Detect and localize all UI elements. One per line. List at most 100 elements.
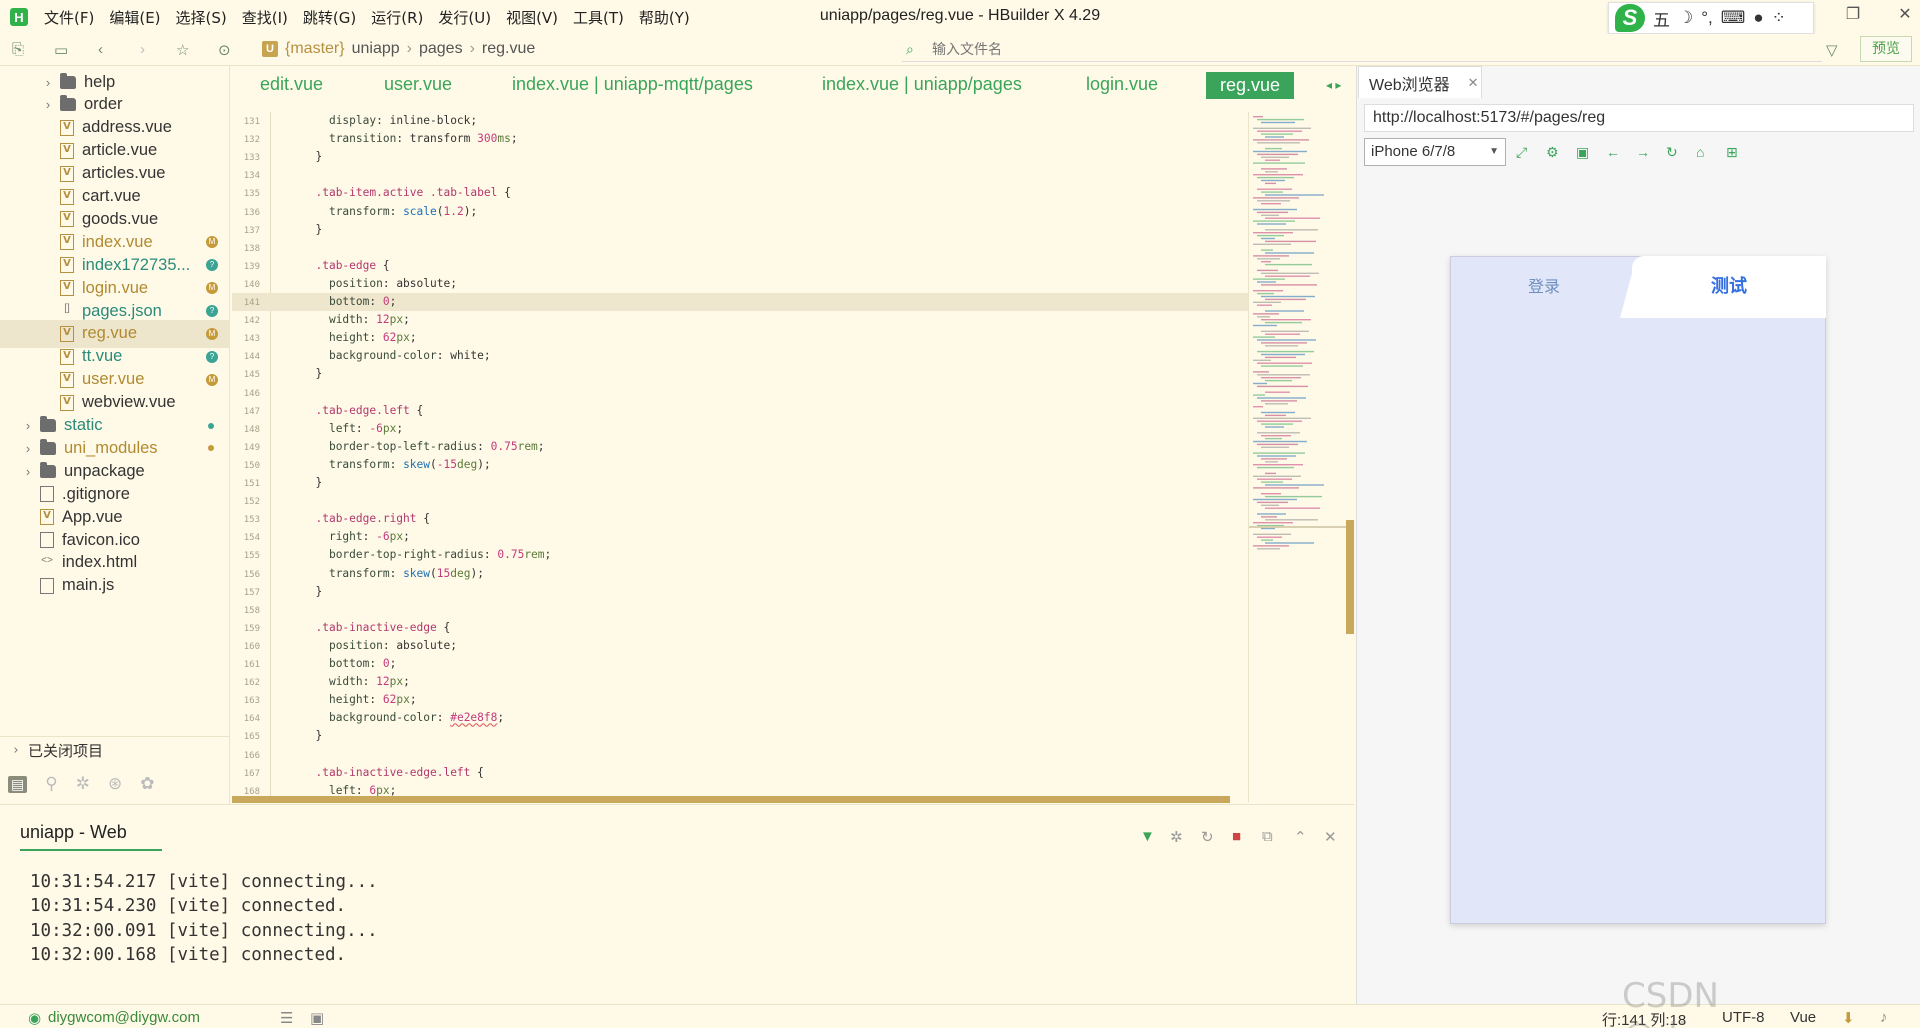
debug-bug-icon[interactable]: ✲ bbox=[76, 774, 90, 794]
crumb-branch[interactable]: {master} bbox=[285, 40, 345, 58]
ime-mode[interactable]: 五 bbox=[1653, 6, 1670, 31]
ime-toolbar[interactable]: S 五 ☽ °, ⌨ ● ⁘ bbox=[1608, 2, 1814, 34]
code-line[interactable]: 144 background-color: white; bbox=[232, 347, 1248, 365]
menu-item[interactable]: 跳转(G) bbox=[303, 7, 356, 28]
editor-tab[interactable]: login.vue bbox=[1086, 74, 1158, 95]
new-file-icon[interactable]: ⎘ bbox=[12, 41, 24, 58]
save-icon[interactable]: ▭ bbox=[54, 41, 68, 59]
filter-icon[interactable]: ▼ bbox=[1140, 828, 1155, 845]
editor-tab[interactable]: index.vue | uniapp-mqtt/pages bbox=[512, 74, 753, 95]
code-line[interactable]: 148 left: -6px; bbox=[232, 420, 1248, 438]
code-line[interactable]: 137 } bbox=[232, 221, 1248, 239]
code-line[interactable]: 165 } bbox=[232, 727, 1248, 745]
code-line[interactable]: 161 bottom: 0; bbox=[232, 655, 1248, 673]
editor-tab[interactable]: index.vue | uniapp/pages bbox=[822, 74, 1022, 95]
code-line[interactable]: 134 bbox=[232, 166, 1248, 184]
code-line[interactable]: 136 transform: scale(1.2); bbox=[232, 203, 1248, 221]
back-icon[interactable]: ← bbox=[1606, 144, 1620, 160]
code-line[interactable]: 156 transform: skew(15deg); bbox=[232, 565, 1248, 583]
refresh-icon[interactable]: ↻ bbox=[1666, 144, 1678, 161]
code-line[interactable]: 152 bbox=[232, 492, 1248, 510]
qrcode-icon[interactable]: ⊞ bbox=[1726, 144, 1738, 161]
editor-tab[interactable]: reg.vue bbox=[1206, 72, 1295, 99]
code-line[interactable]: 162 width: 12px; bbox=[232, 673, 1248, 691]
terminal-icon[interactable]: ▣ bbox=[310, 1009, 324, 1027]
restore-window-icon[interactable]: ❐ bbox=[1840, 4, 1866, 24]
keyboard-icon[interactable]: ⌨ bbox=[1721, 8, 1746, 28]
editor-vertical-scrollbar[interactable] bbox=[1346, 520, 1354, 634]
code-line[interactable]: 159 .tab-inactive-edge { bbox=[232, 619, 1248, 637]
clear-console-icon[interactable]: ✕ bbox=[1324, 828, 1337, 846]
crumb-project[interactable]: uniapp bbox=[352, 40, 400, 58]
file-search-input[interactable] bbox=[902, 38, 1822, 62]
bicycle-icon[interactable]: ⚲ bbox=[45, 774, 57, 794]
code-line[interactable]: 163 height: 62px; bbox=[232, 691, 1248, 709]
tab-scroll-arrows-icon[interactable]: ◂ ▸ bbox=[1326, 78, 1341, 92]
project-manager-icon[interactable]: ▤ bbox=[8, 775, 28, 793]
preview-button[interactable]: 预览 bbox=[1860, 36, 1912, 62]
code-line[interactable]: 135 .tab-item.active .tab-label { bbox=[232, 184, 1248, 202]
chevron-right-icon[interactable]: › bbox=[22, 418, 34, 433]
code-line[interactable]: 133 } bbox=[232, 148, 1248, 166]
menu-item[interactable]: 发行(U) bbox=[438, 7, 491, 28]
code-line[interactable]: 154 right: -6px; bbox=[232, 528, 1248, 546]
code-line[interactable]: 149 border-top-left-radius: 0.75rem; bbox=[232, 438, 1248, 456]
code-line[interactable]: 145 } bbox=[232, 365, 1248, 383]
code-line[interactable]: 146 bbox=[232, 384, 1248, 402]
tab-login[interactable]: 登录 bbox=[1450, 256, 1638, 318]
web-browser-tab[interactable]: Web浏览器 ✕ bbox=[1358, 66, 1482, 98]
menu-item[interactable]: 选择(S) bbox=[176, 7, 227, 28]
run-icon[interactable]: ⊙ bbox=[218, 41, 231, 59]
forward-icon[interactable]: → bbox=[1636, 144, 1650, 160]
list-icon[interactable]: ☰ bbox=[280, 1009, 293, 1027]
code-line[interactable]: 160 position: absolute; bbox=[232, 637, 1248, 655]
console-tab[interactable]: uniapp - Web bbox=[20, 822, 162, 851]
code-line[interactable]: 164 background-color: #e2e8f8; bbox=[232, 709, 1248, 727]
moon-icon[interactable]: ☽ bbox=[1678, 8, 1693, 28]
menu-item[interactable]: 文件(F) bbox=[44, 7, 94, 28]
chevron-right-icon[interactable]: › bbox=[42, 75, 54, 90]
device-select[interactable]: iPhone 6/7/8 ▼ bbox=[1364, 138, 1506, 166]
settings-icon[interactable]: ⚙ bbox=[1546, 144, 1559, 161]
restart-icon[interactable]: ↻ bbox=[1201, 828, 1214, 846]
code-line[interactable]: 147 .tab-edge.left { bbox=[232, 402, 1248, 420]
code-line[interactable]: 158 bbox=[232, 601, 1248, 619]
code-editor[interactable]: 131 display: inline-block; 132 transition… bbox=[232, 112, 1248, 800]
code-line[interactable]: 139 .tab-edge { bbox=[232, 257, 1248, 275]
open-external-icon[interactable]: ⧉ bbox=[1262, 828, 1273, 845]
lock-icon[interactable]: ⌂ bbox=[1696, 144, 1704, 160]
code-line[interactable]: 141 bottom: 0; bbox=[232, 293, 1248, 311]
code-line[interactable]: 150 transform: skew(-15deg); bbox=[232, 456, 1248, 474]
rotate-icon[interactable]: ⤢ bbox=[1516, 144, 1527, 161]
code-line[interactable]: 143 height: 62px; bbox=[232, 329, 1248, 347]
menu-item[interactable]: 帮助(Y) bbox=[639, 7, 690, 28]
crumb-folder[interactable]: pages bbox=[419, 40, 463, 58]
console-icon[interactable]: ▣ bbox=[1576, 144, 1589, 161]
code-line[interactable]: 142 width: 12px; bbox=[232, 311, 1248, 329]
code-line[interactable]: 132 transition: transform 300ms; bbox=[232, 130, 1248, 148]
url-bar[interactable]: http://localhost:5173/#/pages/reg bbox=[1364, 104, 1914, 132]
closed-projects[interactable]: › 已关闭项目 bbox=[0, 736, 230, 764]
chevron-right-icon[interactable]: › bbox=[22, 441, 34, 456]
user-icon[interactable]: ● bbox=[1753, 8, 1763, 28]
filter-icon[interactable]: ▽ bbox=[1826, 41, 1838, 59]
menu-item[interactable]: 编辑(E) bbox=[109, 7, 160, 28]
punctuation-icon[interactable]: °, bbox=[1701, 8, 1713, 28]
stop-icon[interactable]: ■ bbox=[1232, 828, 1241, 845]
code-line[interactable]: 166 bbox=[232, 746, 1248, 764]
menu-item[interactable]: 工具(T) bbox=[573, 7, 624, 28]
git-icon[interactable]: ⊛ bbox=[108, 774, 122, 794]
chevron-right-icon[interactable]: › bbox=[22, 464, 34, 479]
debug-bug-icon[interactable]: ✲ bbox=[1170, 828, 1183, 846]
code-line[interactable]: 157 } bbox=[232, 583, 1248, 601]
chevron-right-icon[interactable]: › bbox=[42, 97, 54, 112]
code-line[interactable]: 131 display: inline-block; bbox=[232, 112, 1248, 130]
code-line[interactable]: 167 .tab-inactive-edge.left { bbox=[232, 764, 1248, 782]
star-icon[interactable]: ☆ bbox=[176, 41, 189, 59]
code-line[interactable]: 151 } bbox=[232, 474, 1248, 492]
code-line[interactable]: 138 bbox=[232, 239, 1248, 257]
sidebar-item[interactable]: main.js bbox=[0, 572, 230, 600]
chevron-up-icon[interactable]: ⌃ bbox=[1294, 828, 1307, 846]
menu-item[interactable]: 视图(V) bbox=[506, 7, 558, 28]
back-icon[interactable]: ‹ bbox=[98, 41, 103, 58]
